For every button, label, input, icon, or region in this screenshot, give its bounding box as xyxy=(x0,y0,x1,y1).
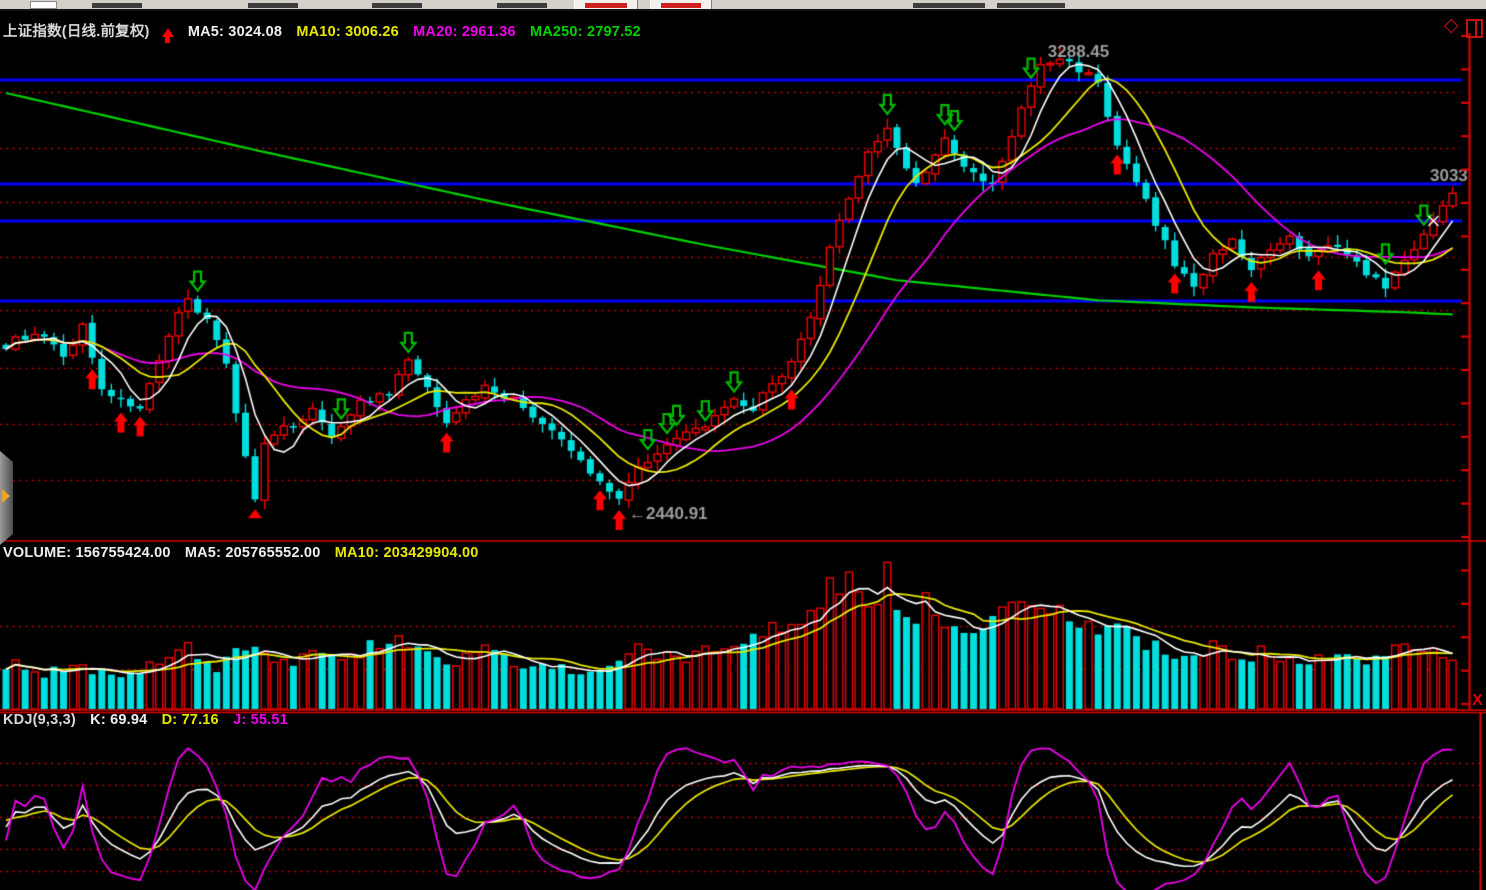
volume-value: VOLUME: 156755424.00 xyxy=(3,545,171,561)
kdj-d-value: D: 77.16 xyxy=(162,712,219,728)
kdj-k-value: K: 69.94 xyxy=(90,712,147,728)
ma20-value: MA20: 2961.36 xyxy=(413,24,516,40)
toolbar-button[interactable] xyxy=(650,0,712,9)
layout-split-icon[interactable] xyxy=(1466,19,1483,38)
expand-arrow-icon xyxy=(2,489,10,503)
candlestick-chart-canvas[interactable] xyxy=(0,0,1486,890)
ma250-value: MA250: 2797.52 xyxy=(530,24,641,40)
menu-item-stub[interactable] xyxy=(92,3,142,8)
vol-ma10-value: MA10: 203429904.00 xyxy=(335,545,479,561)
app-window: { "main_header": { "title": "上证指数(日线.前复权… xyxy=(0,0,1486,890)
menu-item-stub[interactable] xyxy=(248,3,298,8)
symbol-title: 上证指数(日线.前复权) xyxy=(3,24,150,40)
kdj-j-value: J: 55.51 xyxy=(233,712,288,728)
volume-header: VOLUME: 156755424.00 MA5: 205765552.00 M… xyxy=(3,545,489,561)
up-arrow-icon xyxy=(162,28,174,37)
vol-ma5-value: MA5: 205765552.00 xyxy=(185,545,321,561)
kdj-header: KDJ(9,3,3) K: 69.94 D: 77.16 J: 55.51 xyxy=(3,712,298,728)
toolbar-button[interactable] xyxy=(574,0,638,9)
ma10-value: MA10: 3006.26 xyxy=(296,24,399,40)
menu-item-stub[interactable] xyxy=(497,3,547,8)
toolbar-app-icon[interactable] xyxy=(30,1,57,9)
menu-item-stub[interactable] xyxy=(997,3,1065,8)
top-menu-bar[interactable] xyxy=(0,0,1486,11)
kdj-label: KDJ(9,3,3) xyxy=(3,712,76,728)
menu-item-stub[interactable] xyxy=(913,3,985,8)
diamond-icon[interactable]: ◇ xyxy=(1444,16,1459,35)
menu-item-stub[interactable] xyxy=(372,3,422,8)
main-chart-header: 上证指数(日线.前复权) MA5: 3024.08 MA10: 3006.26 … xyxy=(3,20,651,41)
close-indicator-button[interactable]: X xyxy=(1470,691,1485,711)
ma5-value: MA5: 3024.08 xyxy=(188,24,282,40)
sidebar-expand-handle[interactable] xyxy=(0,451,13,545)
